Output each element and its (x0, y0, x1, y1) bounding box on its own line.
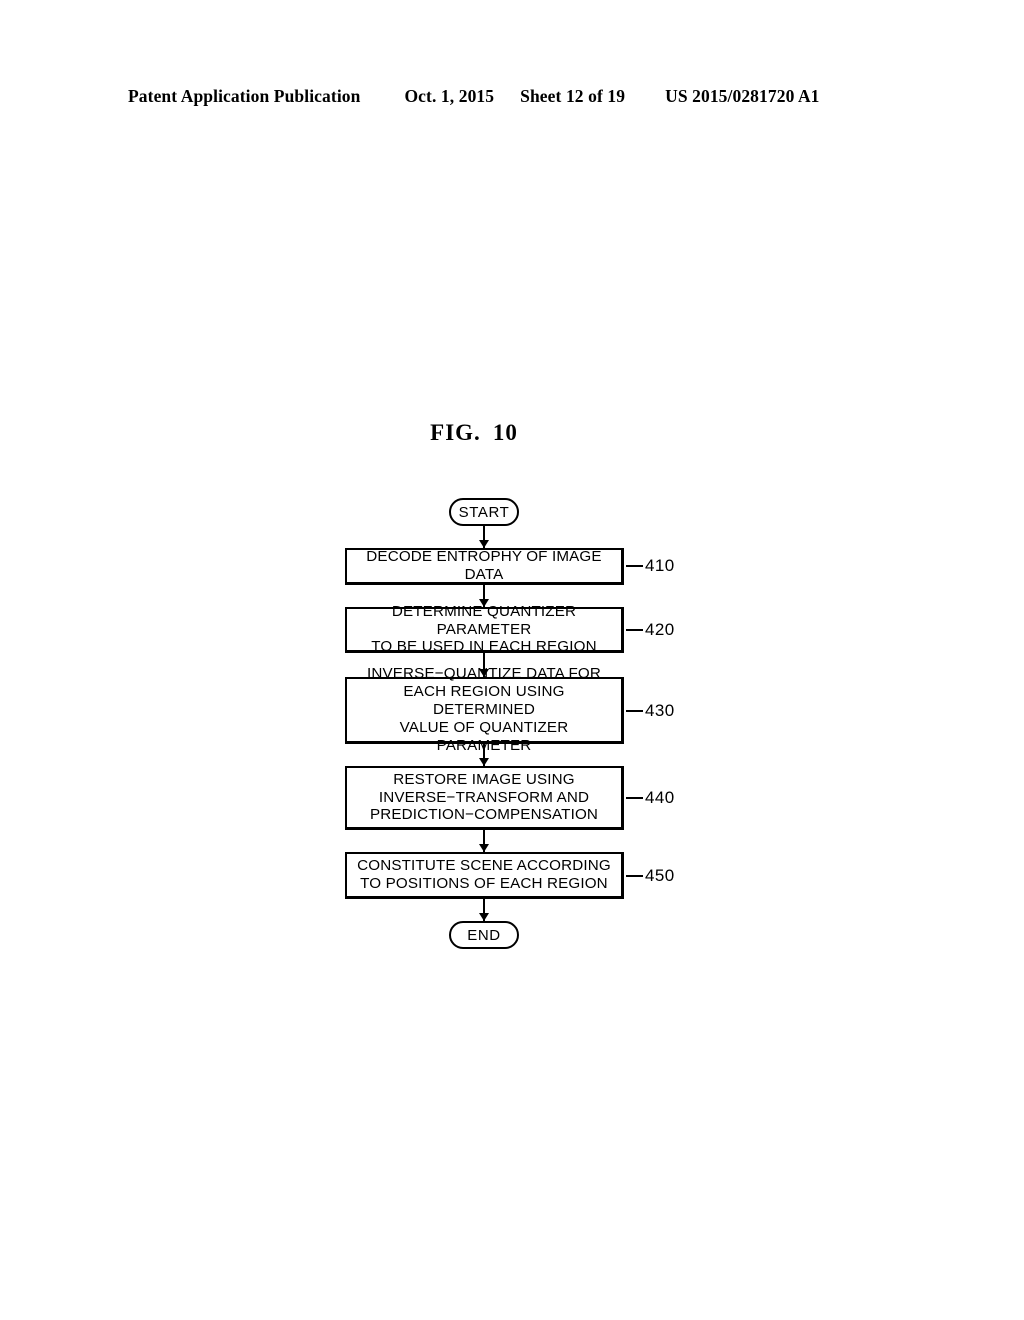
flowchart-step-450: CONSTITUTE SCENE ACCORDING TO POSITIONS … (345, 852, 624, 899)
arrowhead-440-to-450 (478, 844, 489, 852)
flowchart-start-terminator: START (449, 498, 519, 526)
flowchart-start-label: START (458, 503, 510, 521)
ref-number-430: 430 (645, 701, 675, 720)
ref-number-410: 410 (645, 556, 675, 575)
flowchart-step-420: DETERMINE QUANTIZER PARAMETER TO BE USED… (345, 603, 624, 655)
flowchart-end-terminator: END (449, 921, 519, 949)
flowchart-step-420-text: DETERMINE QUANTIZER PARAMETER TO BE USED… (371, 602, 597, 656)
flowchart-step-440: RESTORE IMAGE USING INVERSE−TRANSFORM AN… (345, 766, 624, 830)
ref-leader-430 (626, 710, 643, 712)
flowchart-diagram: START DECODE ENTROPHY OF IMAGE DATA 410 … (0, 0, 1024, 1320)
flowchart-step-430: INVERSE−QUANTIZE DATA FOR EACH REGION US… (345, 665, 624, 754)
ref-leader-450 (626, 875, 643, 877)
flowchart-end-label: END (467, 926, 501, 944)
ref-number-440: 440 (645, 788, 675, 807)
flowchart-step-410-text: DECODE ENTROPHY OF IMAGE DATA (366, 548, 602, 583)
arrowhead-430-to-440 (478, 758, 489, 766)
ref-leader-440 (626, 797, 643, 799)
arrowhead-450-to-end (478, 913, 489, 921)
ref-number-420: 420 (645, 620, 675, 639)
flowchart-step-430-text: INVERSE−QUANTIZE DATA FOR EACH REGION US… (367, 665, 601, 754)
arrowhead-start-to-410 (478, 540, 489, 548)
ref-number-450: 450 (645, 866, 675, 885)
ref-leader-410 (626, 565, 643, 567)
flowchart-step-410: DECODE ENTROPHY OF IMAGE DATA (345, 548, 624, 585)
ref-leader-420 (626, 629, 643, 631)
flowchart-step-450-text: CONSTITUTE SCENE ACCORDING TO POSITIONS … (357, 857, 611, 892)
flowchart-step-440-text: RESTORE IMAGE USING INVERSE−TRANSFORM AN… (369, 770, 599, 824)
